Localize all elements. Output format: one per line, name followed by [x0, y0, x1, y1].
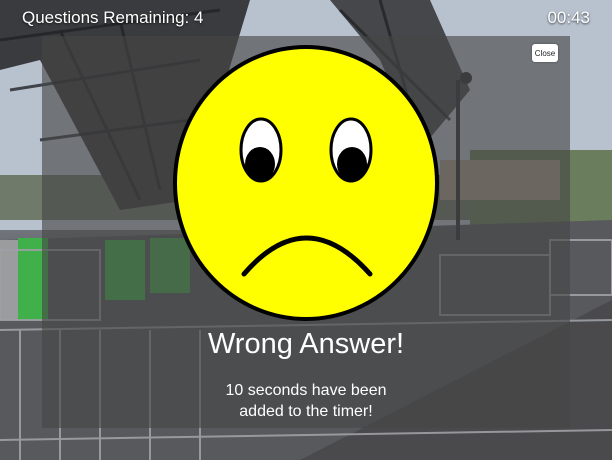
hud-bar: Questions Remaining: 4 00:43 — [0, 0, 612, 36]
countdown-timer: 00:43 — [547, 8, 590, 27]
close-button[interactable]: Close — [532, 44, 558, 62]
game-stage: Questions Remaining: 4 00:43 Close Wrong… — [0, 0, 612, 460]
result-modal: Close Wrong Answer! 10 seconds have been… — [42, 36, 570, 428]
questions-remaining: Questions Remaining: 4 — [22, 8, 204, 27]
result-message-line-1: 10 seconds have been — [225, 382, 387, 399]
result-title: Wrong Answer! — [207, 328, 405, 360]
result-message: 10 seconds have been added to the timer! — [42, 380, 570, 422]
result-message-line-2: added to the timer! — [239, 403, 373, 420]
sad-face-icon — [173, 45, 439, 321]
